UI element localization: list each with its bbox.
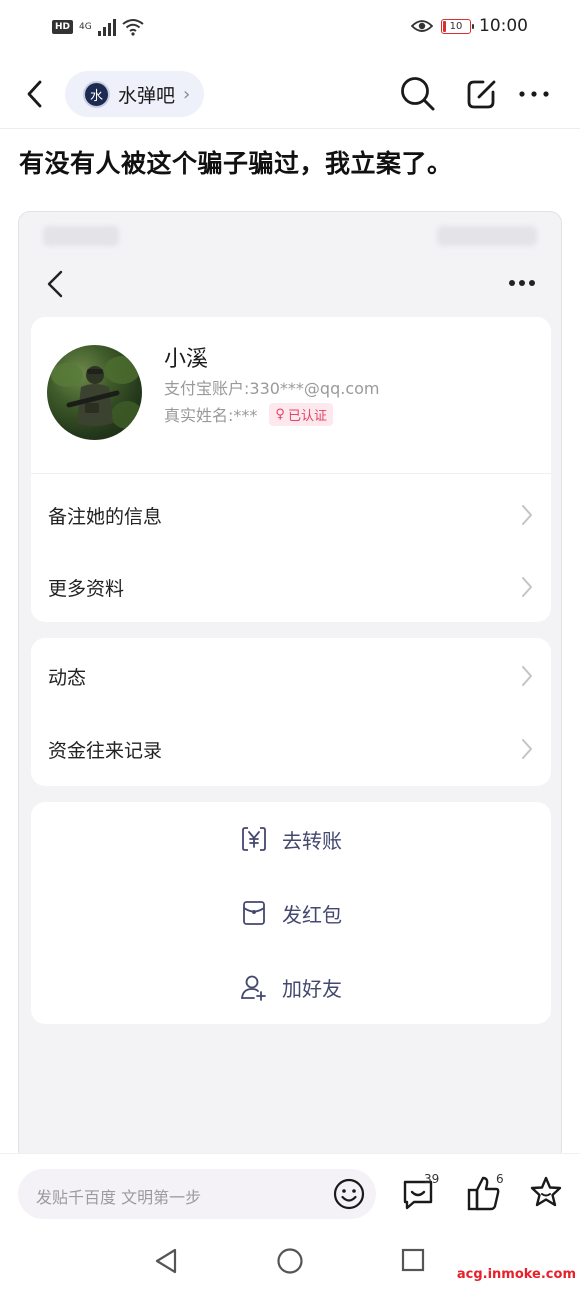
transfer-action: 去转账 (31, 809, 551, 869)
profile-card: 小溪 支付宝账户:330***@qq.com 真实姓名:*** ♀ 已认证 备注… (31, 317, 551, 622)
back-icon (47, 270, 63, 298)
battery-icon: 10 (441, 18, 474, 34)
blurred-status-bar (43, 226, 537, 248)
alipay-account: 支付宝账户:330***@qq.com (164, 379, 380, 398)
status-right: 10 10:00 (411, 16, 528, 36)
eye-icon (411, 20, 433, 32)
row-moments: 动态 (31, 640, 551, 712)
nav-home-icon[interactable] (276, 1247, 304, 1275)
row-remark-info: 备注她的信息 (31, 479, 551, 551)
chevron-right-icon (522, 577, 532, 597)
emoji-icon[interactable] (332, 1177, 366, 1211)
bottom-bar: 发贴千百度 文明第一步 39 6 (0, 1153, 580, 1233)
red-envelope-icon (243, 901, 265, 925)
user-name: 小溪 (164, 347, 209, 372)
row-more-profile: 更多资料 (31, 551, 551, 623)
forum-name: 水弹吧 (118, 84, 176, 107)
nav-recent-icon[interactable] (400, 1247, 426, 1273)
battery-fill (443, 20, 446, 32)
chevron-right-icon: › (183, 83, 191, 105)
like-count: 6 (496, 1172, 504, 1186)
more-icon[interactable] (514, 80, 554, 108)
watermark: acg.inmoke.com (456, 1267, 576, 1282)
search-icon[interactable] (399, 75, 437, 113)
activity-card: 动态 资金往来记录 (31, 638, 551, 786)
top-nav: 水 水弹吧 › (0, 62, 580, 126)
clock: 10:00 (479, 16, 528, 36)
signal-icon (97, 18, 116, 36)
back-icon[interactable] (20, 76, 52, 112)
actions-card: 去转账 发红包 加好友 (31, 802, 551, 1024)
row-label: 备注她的信息 (48, 505, 163, 528)
add-friend-action: 加好友 (31, 957, 551, 1017)
comment-placeholder: 发贴千百度 文明第一步 (36, 1188, 202, 1207)
blurred-status-right (437, 226, 537, 246)
female-icon: ♀ (275, 406, 285, 422)
avatar (47, 345, 142, 440)
action-label: 去转账 (282, 828, 342, 853)
action-label: 发红包 (282, 902, 342, 927)
chevron-right-icon (522, 666, 532, 686)
real-name-row: 真实姓名:*** ♀ 已认证 (164, 402, 333, 426)
comment-count: 39 (424, 1172, 440, 1186)
nav-divider (0, 128, 580, 129)
row-label: 资金往来记录 (48, 739, 163, 762)
chevron-right-icon (522, 505, 532, 525)
forum-pill[interactable]: 水 水弹吧 › (65, 71, 205, 117)
add-friend-icon (241, 975, 266, 1001)
row-label: 动态 (48, 666, 87, 689)
star-icon[interactable] (529, 1175, 563, 1209)
verified-label: 已认证 (287, 408, 327, 424)
row-fund-records: 资金往来记录 (31, 713, 551, 785)
red-envelope-action: 发红包 (31, 883, 551, 943)
post-title: 有没有人被这个骗子骗过，我立案了。 (19, 149, 453, 178)
forum-logo: 水 (83, 80, 110, 108)
status-bar: HD 4G 10 10:00 (0, 0, 580, 58)
row-label: 更多资料 (48, 577, 125, 600)
post-image[interactable]: 小溪 支付宝账户:330***@qq.com 真实姓名:*** ♀ 已认证 备注… (18, 211, 562, 1161)
action-label: 加好友 (282, 976, 342, 1001)
status-left: HD 4G (52, 18, 144, 36)
verified-badge: ♀ 已认证 (269, 402, 333, 426)
edit-icon[interactable] (464, 75, 500, 111)
soldier-photo-icon (51, 356, 142, 429)
network-type: 4G (79, 21, 92, 32)
card-divider (31, 473, 551, 474)
hd-badge: HD (52, 20, 74, 34)
more-icon (509, 280, 535, 286)
chevron-right-icon (522, 739, 532, 759)
wifi-icon (122, 19, 144, 36)
yuan-transfer-icon (242, 827, 266, 851)
battery-level: 10 (449, 20, 463, 32)
system-nav: acg.inmoke.com (0, 1234, 580, 1289)
blurred-status-left (43, 226, 119, 246)
real-name: 真实姓名:*** (164, 406, 258, 425)
comment-input[interactable]: 发贴千百度 文明第一步 (18, 1169, 376, 1219)
nav-back-icon[interactable] (153, 1247, 179, 1275)
